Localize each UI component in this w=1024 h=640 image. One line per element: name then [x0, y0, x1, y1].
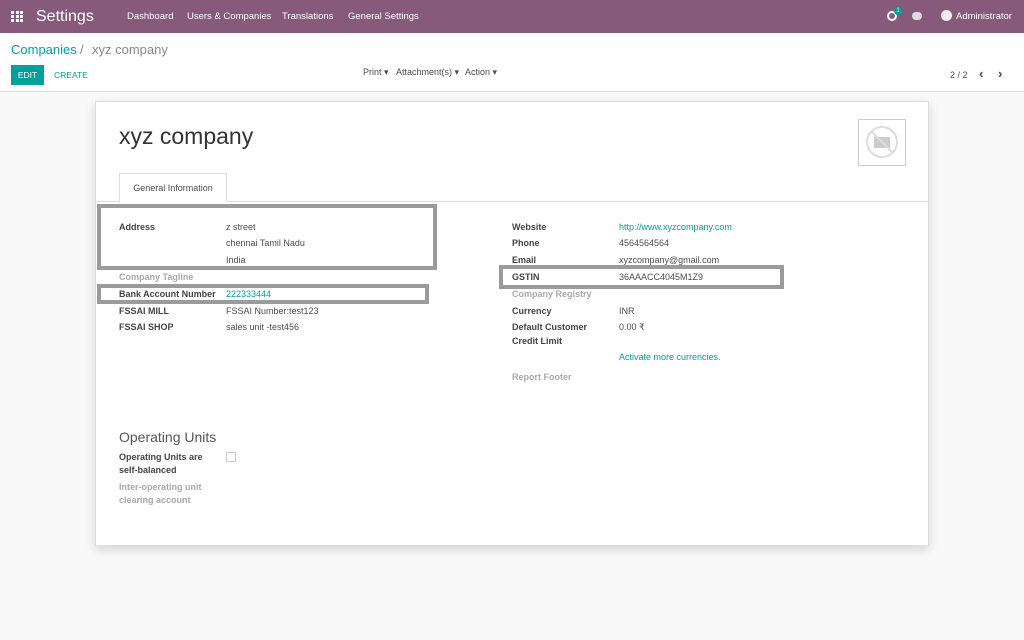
chat-icon[interactable] [912, 12, 922, 20]
address-country: India [226, 255, 246, 265]
action-dropdown[interactable]: Action ▾ [465, 67, 497, 78]
clearing-account-label-2: clearing account [119, 495, 191, 505]
print-dropdown[interactable]: Print ▾ [363, 67, 389, 78]
operating-units-title: Operating Units [119, 429, 217, 445]
user-menu[interactable]: Administrator [956, 11, 1012, 22]
menu-translations[interactable]: Translations [282, 11, 333, 22]
self-balanced-label: Operating Units are [119, 452, 203, 462]
credit-limit-value: 0.00 ₹ [619, 322, 645, 332]
report-footer-label: Report Footer [512, 372, 572, 382]
tagline-label: Company Tagline [119, 272, 194, 282]
website-label: Website [512, 222, 547, 232]
activate-currencies-link[interactable]: Activate more currencies. [619, 352, 721, 362]
currency-value: INR [619, 306, 635, 316]
fssai-shop-label: FSSAI SHOP [119, 322, 174, 332]
self-balanced-checkbox[interactable] [226, 452, 236, 462]
gstin-value: 36AAACC4045M1Z9 [619, 272, 704, 282]
tab-general-information[interactable]: General Information [119, 173, 227, 202]
app-title: Settings [36, 8, 94, 25]
attachments-label: Attachment(s) [396, 67, 453, 77]
email-label: Email [512, 255, 537, 265]
pager-previous-icon[interactable]: ‹ [979, 66, 983, 81]
address-city-state: chennai Tamil Nadu [226, 238, 305, 248]
edit-button[interactable]: EDIT [11, 65, 44, 85]
attachments-dropdown[interactable]: Attachment(s) ▾ [396, 67, 459, 78]
breadcrumb-current: xyz company [92, 42, 168, 57]
form-sheet: xyz company General Information Address … [95, 101, 929, 546]
phone-label: Phone [512, 238, 540, 248]
top-navbar: Settings Dashboard Users & Companies Tra… [0, 0, 1024, 33]
fssai-mill-label: FSSAI MILL [119, 306, 169, 316]
phone-value: 4564564564 [619, 238, 670, 248]
avatar[interactable] [941, 10, 952, 21]
fssai-shop-value: sales unit -test456 [226, 322, 300, 332]
highlight-address [97, 204, 437, 270]
credit-limit-label-2: Credit Limit [512, 336, 563, 346]
action-label: Action [465, 67, 491, 77]
no-image-icon [866, 126, 898, 158]
caret-down-icon: ▾ [381, 67, 389, 77]
website-link[interactable]: http://www.xyzcompany.com [619, 222, 732, 232]
credit-limit-label: Default Customer [512, 322, 588, 332]
menu-users-companies[interactable]: Users & Companies [187, 11, 271, 22]
registry-label: Company Registry [512, 289, 592, 299]
caret-down-icon: ▾ [452, 67, 460, 77]
pager-next-icon[interactable]: › [998, 66, 1002, 81]
bank-account-link[interactable]: 222333444 [226, 289, 271, 299]
apps-menu-icon[interactable] [11, 11, 23, 22]
clearing-account-label: Inter-operating unit [119, 482, 202, 492]
activity-count-badge: 1 [894, 7, 902, 15]
company-name: xyz company [119, 123, 254, 149]
email-value[interactable]: xyzcompany@gmail.com [619, 255, 719, 265]
fssai-mill-value: FSSAI Number:test123 [226, 306, 319, 316]
pager-value: 2 / 2 [950, 70, 968, 80]
bank-label: Bank Account Number [119, 289, 216, 299]
caret-down-icon: ▾ [490, 67, 498, 77]
breadcrumb-separator: / [80, 42, 84, 57]
address-street: z street [226, 222, 256, 232]
tab-label: General Information [133, 183, 213, 193]
menu-dashboard[interactable]: Dashboard [127, 11, 173, 22]
print-label: Print [363, 67, 382, 77]
address-label: Address [119, 222, 156, 232]
currency-label: Currency [512, 306, 552, 316]
self-balanced-label-2: self-balanced [119, 465, 177, 475]
create-button[interactable]: CREATE [54, 70, 88, 80]
control-panel: Companies / xyz company EDIT CREATE Prin… [0, 33, 1024, 92]
gstin-label: GSTIN [512, 272, 540, 282]
menu-general-settings[interactable]: General Settings [348, 11, 419, 22]
breadcrumb-companies[interactable]: Companies [11, 42, 77, 57]
company-logo-placeholder[interactable] [858, 119, 906, 166]
